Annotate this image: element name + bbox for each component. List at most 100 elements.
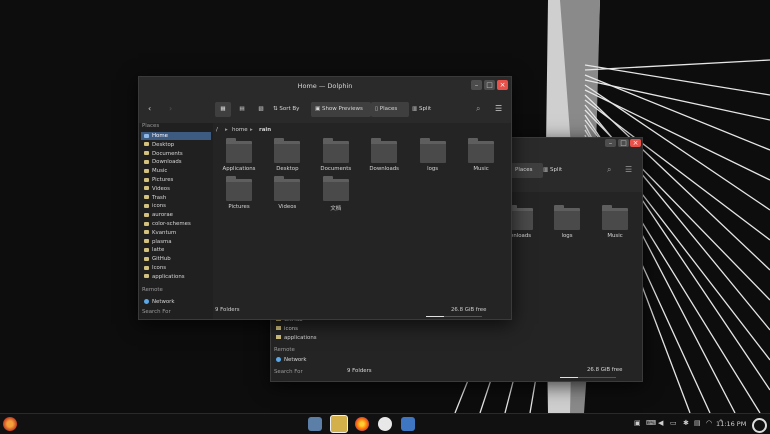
sidebar-item-desktop[interactable]: Desktop xyxy=(141,141,211,149)
sidebar-item-plasma[interactable]: plasma xyxy=(141,238,211,246)
folder-item[interactable]: logs xyxy=(413,138,453,172)
discover-icon[interactable] xyxy=(401,417,415,431)
wifi-icon[interactable]: ◠ xyxy=(706,419,712,427)
folder-icon xyxy=(144,195,149,200)
back-status-count: 9 Folders xyxy=(347,368,372,374)
folder-label: logs xyxy=(561,233,573,239)
icons-view-button[interactable]: ▦ xyxy=(215,102,231,117)
folder-item[interactable]: 文档 xyxy=(316,176,356,212)
user-switch-icon[interactable] xyxy=(752,418,767,433)
back-sidebar-item-network[interactable]: Network xyxy=(276,357,307,363)
folder-label: Downloads xyxy=(369,166,399,172)
sidebar-item-applications[interactable]: applications xyxy=(141,273,211,281)
back-search-icon[interactable]: ⌕ xyxy=(607,162,611,178)
breadcrumb-root[interactable]: / xyxy=(216,127,218,133)
sidebar-item-network[interactable]: Network xyxy=(141,298,211,306)
details-view-button[interactable]: ▧ xyxy=(253,102,269,117)
sidebar-label: Music xyxy=(152,168,168,175)
folder-item[interactable]: Downloads xyxy=(364,138,404,172)
dolphin-taskbar-icon[interactable] xyxy=(330,415,348,433)
show-previews-button[interactable]: ▣ Show Previews xyxy=(311,102,371,117)
github-icon[interactable] xyxy=(378,417,392,431)
folder-icon xyxy=(602,205,628,230)
close-button[interactable]: × xyxy=(497,80,508,90)
sidebar-label: Documents xyxy=(152,150,183,157)
keyboard-icon[interactable]: ⌨ xyxy=(646,419,656,427)
breadcrumb-home[interactable]: home xyxy=(232,127,248,133)
maximize-button[interactable]: □ xyxy=(484,80,495,90)
sort-by-button[interactable]: ⇅ Sort By xyxy=(273,102,307,117)
sidebar-label: Pictures xyxy=(152,177,174,183)
front-toolbar: ‹ › ▦ ▤ ▧ ⇅ Sort By ▣ Show Previews ▯ Pl… xyxy=(139,97,511,123)
folder-icon xyxy=(554,205,580,230)
places-button[interactable]: ▯ Places xyxy=(371,102,409,117)
file-view[interactable]: / ▸ home ▸ rain Applications Desktop Docum… xyxy=(213,123,511,319)
folder-icon xyxy=(274,138,301,163)
sidebar-item-kvantum[interactable]: Kvantum xyxy=(141,229,211,237)
folder-icon xyxy=(371,138,398,163)
folder-item[interactable]: Desktop xyxy=(267,138,307,172)
front-window-titlebar[interactable]: Home — Dolphin – □ × xyxy=(139,77,511,97)
application-launcher-icon[interactable] xyxy=(3,417,17,431)
sidebar-label: Home xyxy=(152,133,168,139)
back-status-free: 26.8 GiB free xyxy=(587,367,623,373)
back-split-button[interactable]: ▥ Split xyxy=(543,163,573,178)
folder-item[interactable]: Applications xyxy=(219,138,259,172)
back-menu-icon[interactable]: ☰ xyxy=(625,162,632,178)
sidebar-item-home[interactable]: Home xyxy=(141,132,211,140)
folder-icon xyxy=(226,176,252,201)
folder-item[interactable]: Pictures xyxy=(219,176,259,210)
sidebar-item-music[interactable]: Music xyxy=(141,167,211,175)
network-icon xyxy=(276,357,281,362)
back-places-button[interactable]: Places xyxy=(509,163,543,178)
sidebar-item-downloads[interactable]: Downloads xyxy=(141,158,211,166)
minimize-button[interactable]: – xyxy=(471,80,482,90)
desktop-pager-icon[interactable]: ▣ xyxy=(634,419,641,427)
battery-icon[interactable]: ▭ xyxy=(670,419,677,427)
sidebar-item-pictures[interactable]: Pictures xyxy=(141,176,211,184)
folder-item[interactable]: Documents xyxy=(316,138,356,172)
back-sidebar-item-icons[interactable]: icons xyxy=(276,326,298,332)
back-maximize-button[interactable]: □ xyxy=(618,139,629,147)
sidebar-item-trash[interactable]: Trash xyxy=(141,194,211,202)
back-close-button[interactable]: × xyxy=(630,139,641,147)
compact-view-button[interactable]: ▤ xyxy=(234,102,250,117)
volume-icon[interactable]: ◀ xyxy=(658,419,663,427)
back-arrow-icon[interactable]: ‹ xyxy=(148,101,151,117)
firefox-icon[interactable] xyxy=(355,417,369,431)
sidebar-item-icons[interactable]: icons xyxy=(141,202,211,210)
search-icon[interactable]: ⌕ xyxy=(476,101,480,117)
back-folder-music[interactable]: Music xyxy=(595,205,635,239)
bluetooth-icon[interactable]: ✱ xyxy=(683,419,689,427)
folder-icon xyxy=(144,265,149,270)
breadcrumb-current[interactable]: rain xyxy=(259,127,271,133)
sidebar-item-github[interactable]: GitHub xyxy=(141,255,211,263)
sidebar-item-aurorae[interactable]: aurorae xyxy=(141,211,211,219)
folder-label: Music xyxy=(473,166,489,172)
front-dolphin-window[interactable]: Home — Dolphin – □ × ‹ › ▦ ▤ ▧ ⇅ Sort By… xyxy=(138,76,512,320)
sidebar-item-icons[interactable]: Icons xyxy=(141,264,211,272)
folder-item[interactable]: Videos xyxy=(267,176,307,210)
sidebar-item-videos[interactable]: Videos xyxy=(141,185,211,193)
sidebar-item-documents[interactable]: Documents xyxy=(141,150,211,158)
folder-icon xyxy=(322,138,349,163)
back-sidebar-item-applications[interactable]: applications xyxy=(276,335,317,341)
forward-arrow-icon[interactable]: › xyxy=(169,101,172,117)
system-settings-icon[interactable] xyxy=(308,417,322,431)
folder-item[interactable]: Music xyxy=(461,138,501,172)
back-minimize-button[interactable]: – xyxy=(605,139,616,147)
back-remote-heading: Remote xyxy=(274,347,295,353)
split-button[interactable]: ▥ Split xyxy=(412,102,442,117)
status-bar: 9 Folders 26.8 GiB free xyxy=(213,305,511,319)
sidebar-label: plasma xyxy=(152,238,172,245)
back-folder-logs[interactable]: logs xyxy=(547,205,587,239)
clipboard-icon[interactable]: ▤ xyxy=(694,419,701,427)
sidebar-item-latte[interactable]: latte xyxy=(141,246,211,254)
folder-icon xyxy=(419,138,446,163)
hamburger-menu-icon[interactable]: ☰ xyxy=(495,101,502,117)
sidebar-label: applications xyxy=(152,273,185,280)
clock[interactable]: 11:16 PM xyxy=(716,420,746,428)
back-disk-usage-fill xyxy=(560,377,578,378)
sidebar-label: color-schemes xyxy=(152,221,191,227)
sidebar-item-color-schemes[interactable]: color-schemes xyxy=(141,220,211,228)
